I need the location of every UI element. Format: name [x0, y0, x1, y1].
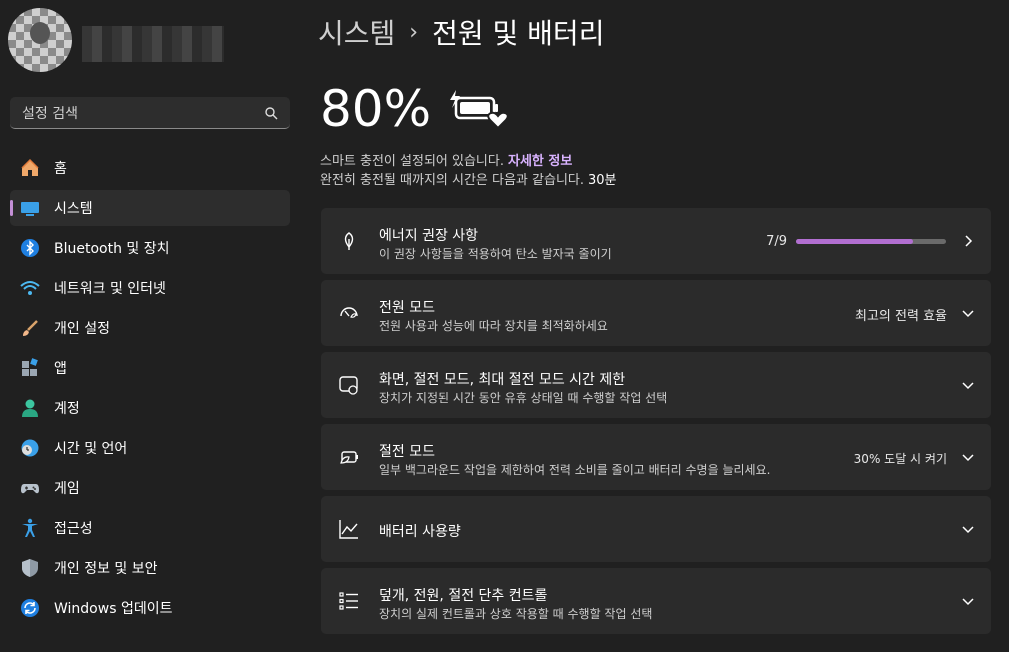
sidebar-item-label: Windows 업데이트	[54, 601, 173, 617]
card-title: 에너지 권장 사항	[379, 228, 479, 244]
chevron-down-icon[interactable]	[961, 306, 975, 320]
sidebar-item-label: Bluetooth 및 장치	[54, 241, 170, 257]
page-title: 전원 및 배터리	[432, 17, 605, 50]
sidebar-item-label: 앱	[54, 361, 67, 377]
sidebar-item-home[interactable]: 홈	[10, 150, 290, 186]
card-subtitle: 일부 백그라운드 작업을 제한하여 전력 소비를 줄이고 배터리 수명을 늘리세…	[379, 463, 771, 477]
card-subtitle: 이 권장 사항들을 적용하여 탄소 발자국 줄이기	[379, 247, 612, 261]
card-title: 절전 모드	[379, 444, 435, 460]
update-icon	[20, 598, 40, 618]
power-mode-card[interactable]: 전원 모드 전원 사용과 성능에 따라 장치를 최적화하세요 최고의 전력 효율	[321, 280, 991, 346]
sidebar-item-label: 접근성	[54, 521, 93, 537]
chevron-down-icon[interactable]	[961, 378, 975, 392]
sidebar-item-label: 개인 정보 및 보안	[54, 561, 158, 577]
leaf-icon	[344, 232, 354, 250]
details-link[interactable]: 자세한 정보	[508, 154, 572, 169]
list-icon	[339, 592, 358, 610]
chevron-down-icon[interactable]	[961, 522, 975, 536]
search-input[interactable]	[20, 103, 254, 125]
breadcrumb-system-link[interactable]: 시스템	[318, 12, 395, 52]
chart-icon	[339, 520, 358, 539]
battery-saver-threshold[interactable]: 30% 도달 시 켜기	[854, 450, 947, 467]
shield-icon	[20, 558, 40, 578]
sidebar-item-label: 시간 및 언어	[54, 441, 128, 457]
breadcrumb-separator: ›	[409, 19, 419, 45]
chevron-right-icon[interactable]	[961, 234, 975, 248]
sidebar-item-label: 게임	[54, 481, 80, 497]
search-icon[interactable]	[264, 106, 278, 120]
progress-fill	[796, 239, 913, 244]
battery-saver-icon	[340, 451, 358, 464]
sidebar-item-label: 개인 설정	[54, 321, 110, 337]
sidebar-item-label: 네트워크 및 인터넷	[54, 281, 166, 297]
card-title: 전원 모드	[379, 300, 435, 316]
time-to-full-text: 완전히 충전될 때까지의 시간은 다음과 같습니다.	[320, 173, 584, 188]
sidebar-nav: 홈 시스템 Bluetooth 및 장치 네트워크 및 인터넷 개인 설정 앱 …	[10, 150, 290, 630]
gamepad-icon	[20, 478, 40, 498]
card-subtitle: 전원 사용과 성능에 따라 장치를 최적화하세요	[379, 319, 608, 333]
sidebar-item-time-language[interactable]: 시간 및 언어	[10, 430, 290, 466]
time-language-icon	[20, 438, 40, 458]
accessibility-icon	[20, 518, 40, 538]
chevron-down-icon[interactable]	[961, 450, 975, 464]
screen-sleep-icon	[339, 376, 358, 395]
smart-charging-info: 스마트 충전이 설정되어 있습니다. 자세한 정보	[320, 150, 572, 169]
card-title: 덮개, 전원, 절전 단추 컨트롤	[379, 588, 548, 604]
time-to-full-value: 30분	[588, 173, 617, 188]
card-subtitle: 장치의 실제 컨트롤과 상호 작용할 때 수행할 작업 선택	[379, 607, 653, 621]
apps-icon	[20, 358, 40, 378]
screen-sleep-timeouts-card[interactable]: 화면, 절전 모드, 최대 절전 모드 시간 제한 장치가 지정된 시간 동안 …	[321, 352, 991, 418]
breadcrumb: 시스템 › 전원 및 배터리	[318, 12, 604, 52]
sidebar-item-network[interactable]: 네트워크 및 인터넷	[10, 270, 290, 306]
card-title: 배터리 사용량	[379, 524, 461, 540]
search-box[interactable]	[10, 97, 290, 129]
chevron-down-icon[interactable]	[961, 594, 975, 608]
account-icon	[20, 398, 40, 418]
card-subtitle: 장치가 지정된 시간 동안 유휴 상태일 때 수행할 작업 선택	[379, 391, 668, 405]
home-icon	[20, 158, 40, 178]
recommendations-progress-bar	[796, 239, 946, 244]
brush-icon	[20, 318, 40, 338]
lid-power-buttons-card[interactable]: 덮개, 전원, 절전 단추 컨트롤 장치의 실제 컨트롤과 상호 작용할 때 수…	[321, 568, 991, 634]
sidebar-item-personalization[interactable]: 개인 설정	[10, 310, 290, 346]
energy-recommendations-card[interactable]: 에너지 권장 사항 이 권장 사항들을 적용하여 탄소 발자국 줄이기 7/9	[321, 208, 991, 274]
sidebar-item-label: 시스템	[54, 201, 93, 217]
time-to-full-info: 완전히 충전될 때까지의 시간은 다음과 같습니다. 30분	[320, 169, 617, 188]
avatar[interactable]	[8, 8, 72, 72]
bluetooth-icon	[20, 238, 40, 258]
sidebar-item-accounts[interactable]: 계정	[10, 390, 290, 426]
sidebar-item-label: 계정	[54, 401, 80, 417]
sidebar-item-apps[interactable]: 앱	[10, 350, 290, 386]
power-mode-select[interactable]: 최고의 전력 효율	[855, 305, 947, 324]
card-title: 화면, 절전 모드, 최대 절전 모드 시간 제한	[379, 372, 626, 388]
sidebar-item-label: 홈	[54, 161, 67, 177]
wifi-icon	[20, 278, 40, 298]
battery-saver-card[interactable]: 절전 모드 일부 백그라운드 작업을 제한하여 전력 소비를 줄이고 배터리 수…	[321, 424, 991, 490]
battery-percentage: 80%	[320, 80, 432, 138]
sidebar-item-bluetooth[interactable]: Bluetooth 및 장치	[10, 230, 290, 266]
sidebar-item-accessibility[interactable]: 접근성	[10, 510, 290, 546]
smart-charging-text: 스마트 충전이 설정되어 있습니다.	[320, 154, 504, 169]
sidebar-item-privacy[interactable]: 개인 정보 및 보안	[10, 550, 290, 586]
recommendations-count: 7/9	[766, 234, 787, 249]
power-mode-icon	[340, 307, 358, 318]
sidebar-item-gaming[interactable]: 게임	[10, 470, 290, 506]
system-icon	[20, 198, 40, 218]
battery-charging-heart-icon	[450, 90, 508, 130]
sidebar-item-windows-update[interactable]: Windows 업데이트	[10, 590, 290, 626]
battery-usage-card[interactable]: 배터리 사용량	[321, 496, 991, 562]
sidebar: 홈 시스템 Bluetooth 및 장치 네트워크 및 인터넷 개인 설정	[0, 0, 300, 652]
sidebar-item-system[interactable]: 시스템	[10, 190, 290, 226]
user-name-blurred	[82, 26, 224, 62]
